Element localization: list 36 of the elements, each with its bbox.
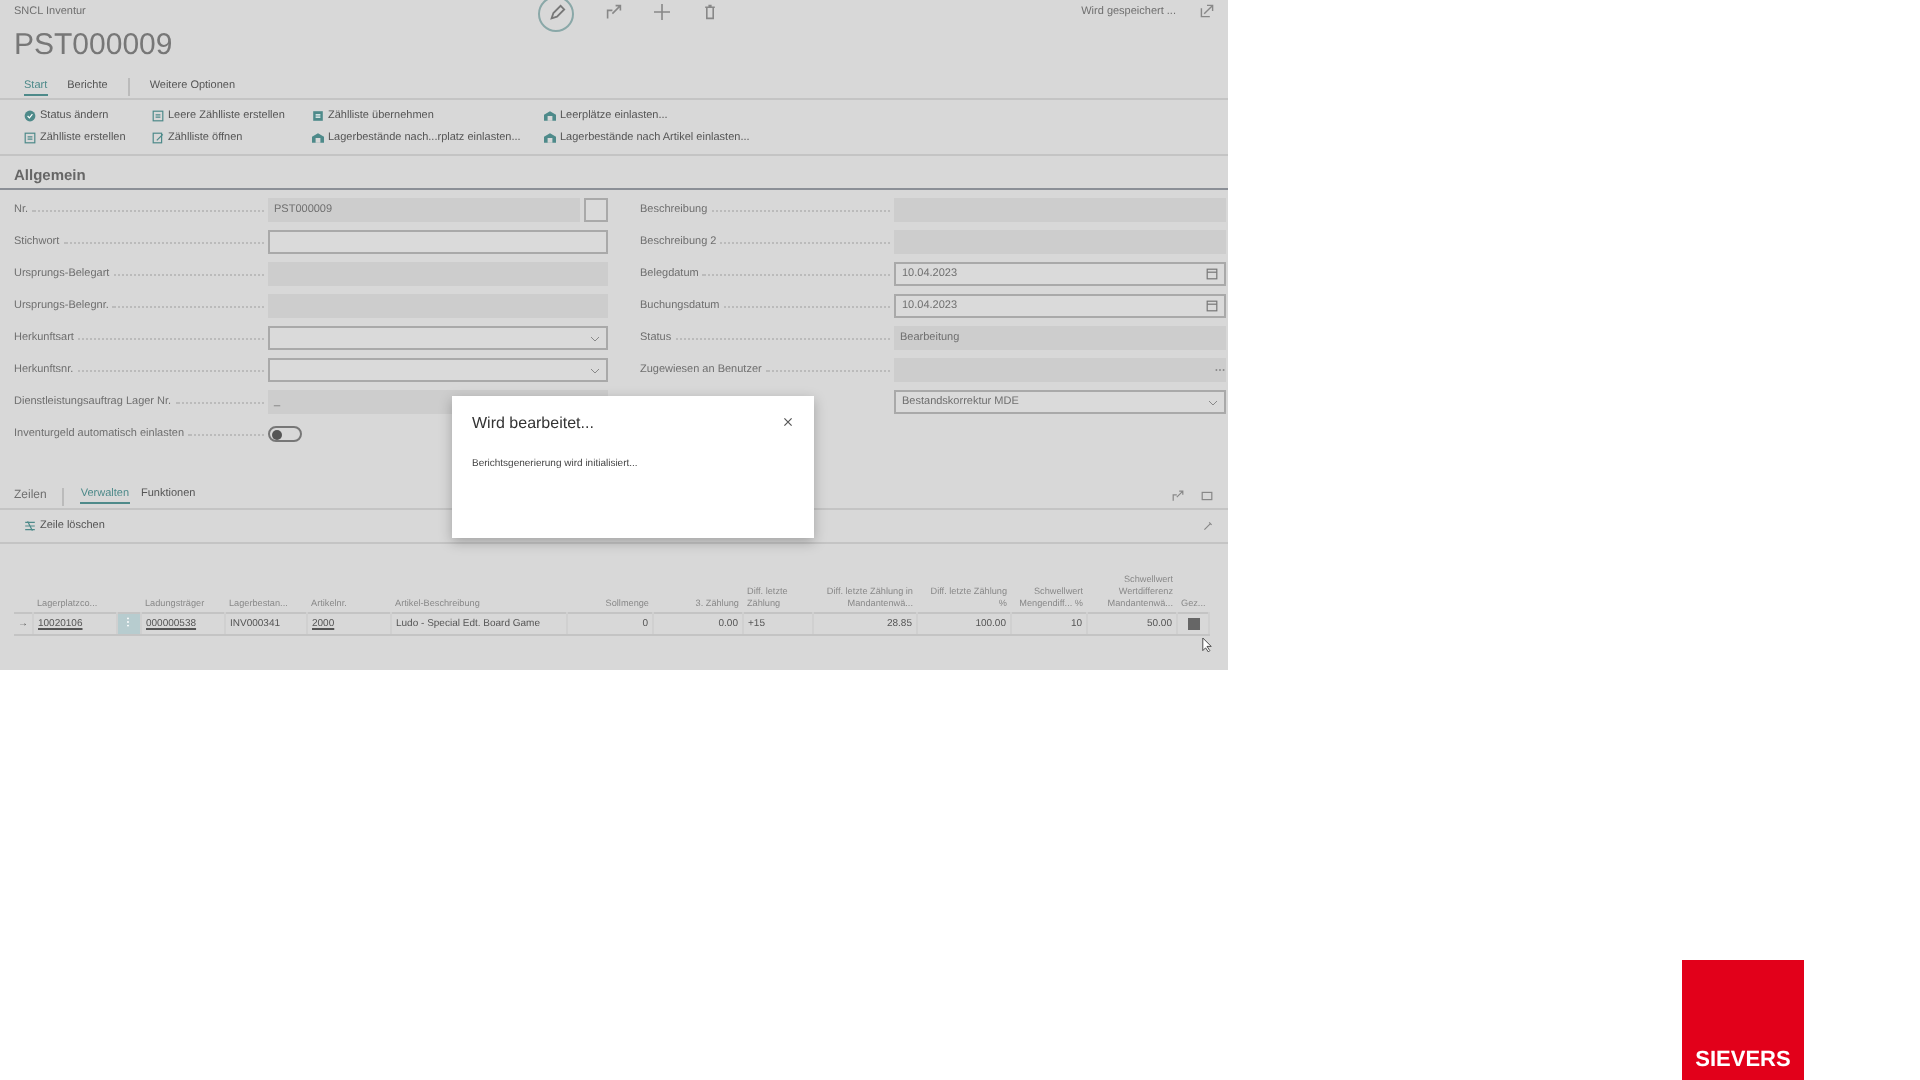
- calendar-icon: [1206, 300, 1218, 312]
- delete-icon[interactable]: [702, 3, 718, 19]
- chevron-down-icon: [1208, 397, 1218, 407]
- open-new-window-icon[interactable]: [1200, 4, 1214, 18]
- toggle-switch[interactable]: [268, 426, 302, 442]
- input-field[interactable]: [894, 358, 1226, 382]
- input-field[interactable]: [268, 358, 608, 382]
- share-icon[interactable]: [1172, 490, 1184, 502]
- document-icon: [312, 110, 324, 122]
- edit-button[interactable]: [538, 0, 574, 31]
- list-icon: [24, 132, 36, 144]
- pencil-icon: [547, 4, 565, 22]
- cursor-icon: [1200, 636, 1214, 654]
- list-icon: [152, 110, 164, 122]
- status-icon: [24, 110, 36, 122]
- warehouse-icon: [544, 132, 556, 144]
- warehouse-icon: [312, 132, 324, 144]
- lookup-button[interactable]: [584, 198, 608, 222]
- chevron-down-icon: [590, 333, 600, 343]
- page-title: PST000009: [12, 26, 175, 66]
- close-button[interactable]: [782, 414, 794, 432]
- checkbox[interactable]: [1187, 617, 1200, 629]
- warehouse-icon: [544, 110, 556, 122]
- expand-icon[interactable]: [1200, 490, 1214, 502]
- share-icon[interactable]: [606, 3, 622, 19]
- delete-rows-icon: [24, 520, 36, 532]
- edit-document-icon: [152, 132, 164, 144]
- logo-text: SIEVERS: [1695, 1048, 1791, 1072]
- personalize-icon[interactable]: [1202, 520, 1214, 532]
- chevron-down-icon: [590, 365, 600, 375]
- dialog-title: Wird bearbeitet...: [472, 414, 594, 432]
- input-field[interactable]: [268, 326, 608, 350]
- calendar-icon: [1206, 268, 1218, 280]
- input-field[interactable]: [268, 230, 608, 254]
- add-icon[interactable]: [654, 3, 670, 19]
- close-icon: [782, 416, 794, 428]
